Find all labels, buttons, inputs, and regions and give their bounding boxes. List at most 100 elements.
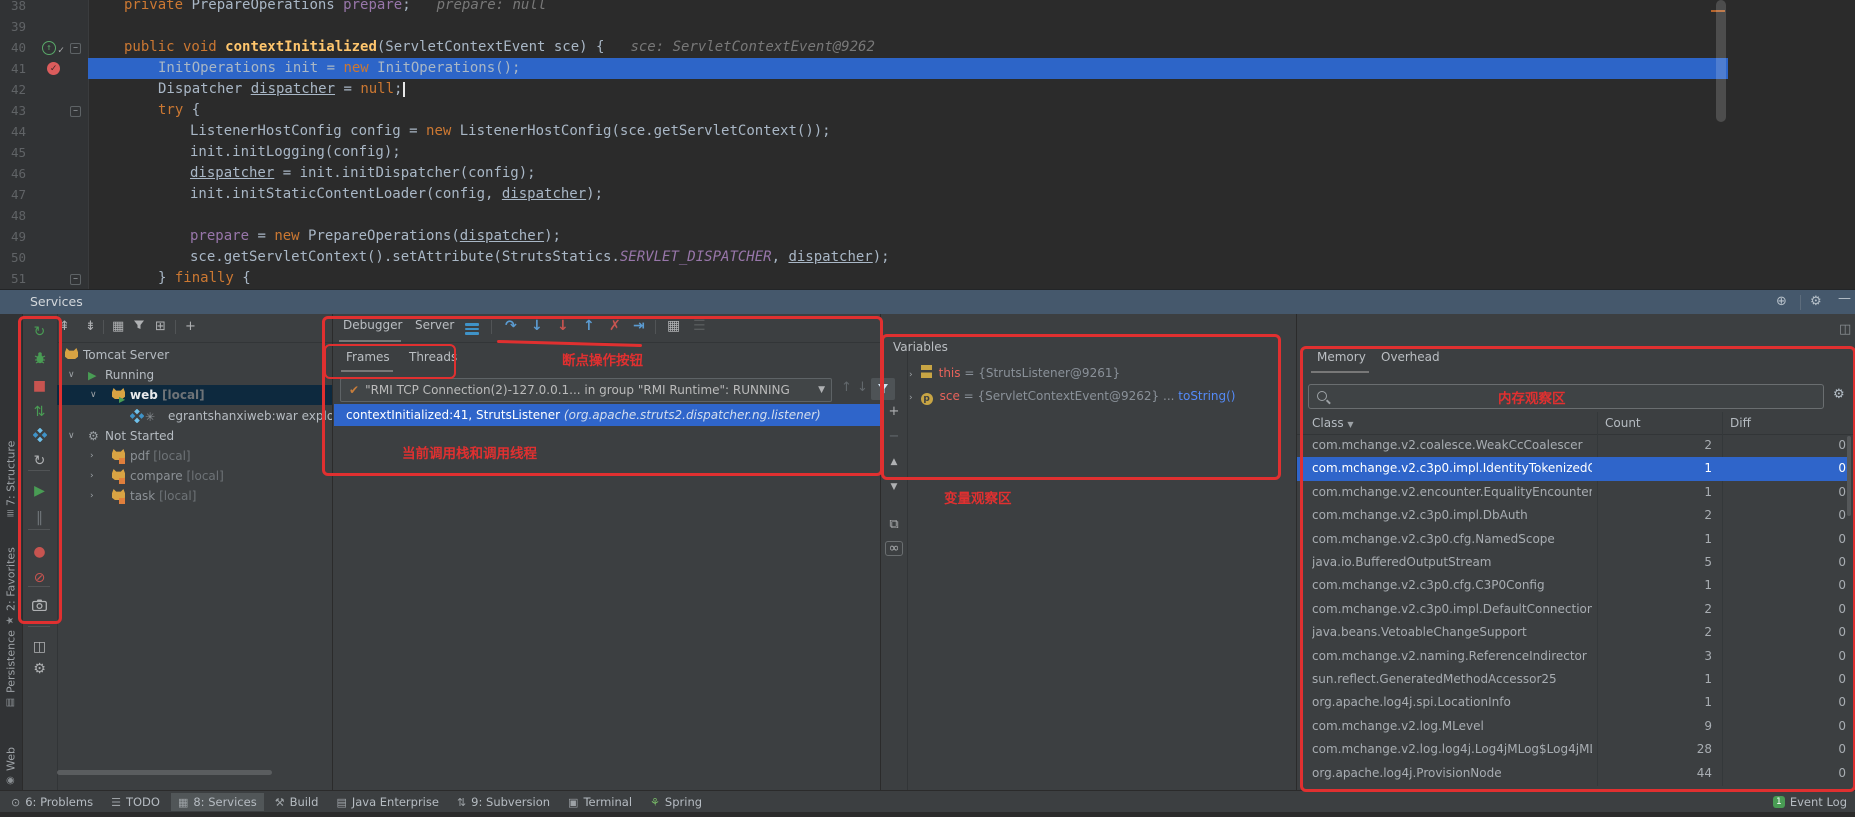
- memory-row[interactable]: org.apache.log4j.spi.LocationInfo10: [1297, 691, 1851, 714]
- memory-row[interactable]: java.io.BufferedOutputStream50: [1297, 551, 1851, 574]
- memory-row[interactable]: com.mchange.v2.naming.ReferenceIndirecto…: [1297, 645, 1851, 668]
- column-class[interactable]: Class ▼: [1312, 412, 1354, 436]
- memory-row[interactable]: com.mchange.v2.coalesce.WeakCcCoalescer2…: [1297, 434, 1851, 457]
- tab-server[interactable]: Server: [415, 318, 454, 332]
- chevron-icon[interactable]: ∨: [68, 365, 75, 385]
- status-terminal[interactable]: ▣Terminal: [561, 793, 639, 811]
- hide-icon[interactable]: —: [1838, 291, 1851, 306]
- refresh-icon[interactable]: ↻: [22, 453, 57, 469]
- add-service-icon[interactable]: ⊞: [155, 319, 166, 334]
- memory-table-header[interactable]: Class ▼ Count Diff: [1297, 412, 1855, 435]
- settings-gear-icon[interactable]: ⚙: [1810, 294, 1822, 309]
- chevron-right-icon[interactable]: ›: [909, 393, 913, 403]
- editor-scrollbar[interactable]: [1716, 0, 1726, 122]
- status-build[interactable]: ⚒Build: [268, 793, 326, 811]
- memory-row[interactable]: com.mchange.v2.encounter.EqualityEncount…: [1297, 481, 1851, 504]
- code-editor[interactable]: 38private PrepareOperations prepare;prep…: [0, 0, 1855, 289]
- pause-icon[interactable]: ‖: [22, 510, 57, 526]
- memory-row[interactable]: com.mchange.v2.c3p0.cfg.C3P0Config10: [1297, 574, 1851, 597]
- variable-row-sce[interactable]: ›psce = {ServletContextEvent@9262} ... t…: [909, 385, 1289, 407]
- tree-item-tomcat-server[interactable]: ∨Tomcat Server: [57, 345, 332, 365]
- memory-row[interactable]: org.apache.log4j.ProvisionNode440: [1297, 762, 1851, 785]
- variable-row-this[interactable]: ›this = {StrutsListener@9261}: [909, 362, 1289, 384]
- chevron-icon[interactable]: ›: [90, 486, 94, 506]
- status-services[interactable]: ▦8: Services: [171, 793, 264, 811]
- tree-item-task[interactable]: ›task [local]: [57, 486, 332, 506]
- memory-row[interactable]: sun.reflect.GeneratedMethodAccessor2510: [1297, 668, 1851, 691]
- memory-row[interactable]: com.mchange.v2.log.MLevel90: [1297, 715, 1851, 738]
- tab-frames[interactable]: Frames: [346, 350, 390, 364]
- tab-overhead[interactable]: Overhead: [1381, 350, 1440, 364]
- memory-settings-gear-icon[interactable]: ⚙: [1833, 387, 1845, 402]
- tree-item-egrantshanxiweb-war-exploded[interactable]: ✳egrantshanxiweb:war exploded: [57, 406, 332, 426]
- code-line-45[interactable]: 45init.initLogging(config);: [0, 142, 1855, 163]
- remove-watch-icon[interactable]: −: [881, 429, 907, 444]
- memory-row[interactable]: com.mchange.v2.log.log4j.Log4jMLog$Log4j…: [1297, 738, 1851, 761]
- status-problems[interactable]: ⊙6: Problems: [4, 793, 100, 811]
- code-line-41[interactable]: 41✓InitOperations init = new InitOperati…: [0, 58, 1855, 79]
- filter-icon[interactable]: [133, 319, 145, 335]
- rerun-icon[interactable]: ↻: [22, 324, 57, 340]
- chevron-icon[interactable]: ∨: [68, 426, 75, 446]
- column-count[interactable]: Count: [1605, 412, 1641, 434]
- column-diff[interactable]: Diff: [1730, 412, 1751, 434]
- fold-marker-icon[interactable]: −: [70, 106, 81, 117]
- move-up-icon[interactable]: ▲: [881, 457, 907, 467]
- memory-row[interactable]: com.mchange.v2.c3p0.cfg.NamedScope10: [1297, 528, 1851, 551]
- previous-frame-icon[interactable]: ↑: [841, 380, 852, 395]
- status-subversion[interactable]: ⇅9: Subversion: [450, 793, 557, 811]
- mute-breakpoints-icon[interactable]: ⊘: [22, 570, 57, 586]
- stack-frame-row[interactable]: contextInitialized:41, StrutsListener (o…: [334, 404, 881, 426]
- code-line-47[interactable]: 47init.initStaticContentLoader(config, d…: [0, 184, 1855, 205]
- memory-scrollbar[interactable]: [1847, 436, 1851, 516]
- hide-panel-icon[interactable]: ◫: [1839, 322, 1851, 337]
- chevron-icon[interactable]: ›: [90, 446, 94, 466]
- breakpoint-icon[interactable]: ✓: [47, 62, 60, 75]
- code-line-46[interactable]: 46dispatcher = init.initDispatcher(confi…: [0, 163, 1855, 184]
- code-line-48[interactable]: 48: [0, 205, 1855, 226]
- evaluate-infinity-icon[interactable]: ∞: [885, 541, 903, 556]
- resume-icon[interactable]: ▶: [22, 483, 57, 499]
- tab-threads[interactable]: Threads: [409, 350, 457, 364]
- layout-settings-icon[interactable]: ☰: [693, 318, 706, 334]
- thread-selector-dropdown[interactable]: ✔"RMI TCP Connection(2)-127.0.0.1... in …: [340, 378, 832, 402]
- run-to-cursor-icon[interactable]: ⇥: [633, 318, 645, 334]
- force-step-into-icon[interactable]: ↓: [557, 318, 569, 334]
- tree-item-web[interactable]: ∨▶web [local]: [57, 385, 332, 405]
- drop-frame-icon[interactable]: ✗: [609, 318, 621, 334]
- step-into-icon[interactable]: ↓: [531, 318, 543, 334]
- chevron-icon[interactable]: ∨: [90, 385, 97, 405]
- tab-debugger[interactable]: Debugger: [343, 318, 402, 332]
- step-out-icon[interactable]: ↑: [583, 318, 595, 334]
- thread-dump-camera-icon[interactable]: [22, 599, 57, 615]
- tool-button-structure[interactable]: ≣7: Structure: [0, 432, 22, 518]
- expand-all-icon[interactable]: ⇞: [59, 319, 70, 334]
- stop-icon[interactable]: ■: [22, 378, 57, 394]
- tool-button-web[interactable]: ◉Web: [0, 742, 22, 786]
- view-breakpoints-icon[interactable]: ●: [22, 544, 57, 560]
- tostring-link[interactable]: toString(): [1178, 389, 1235, 403]
- evaluate-expression-icon[interactable]: ▦: [667, 318, 680, 334]
- collapse-all-icon[interactable]: ⇟: [85, 319, 96, 334]
- code-line-39[interactable]: 39: [0, 16, 1855, 37]
- code-line-40[interactable]: 40↑✓−public void contextInitialized(Serv…: [0, 37, 1855, 58]
- code-line-43[interactable]: 43−try {: [0, 100, 1855, 121]
- tool-button-persistence[interactable]: ▤Persistence: [0, 634, 22, 708]
- copy-icon[interactable]: ⧉: [881, 517, 907, 532]
- chevron-icon[interactable]: ›: [90, 466, 94, 486]
- tree-item-not-started[interactable]: ∨⚙Not Started: [57, 426, 332, 446]
- add-icon[interactable]: +: [185, 319, 196, 334]
- tree-item-pdf[interactable]: ›pdf [local]: [57, 446, 332, 466]
- memory-row[interactable]: java.beans.VetoableChangeSupport20: [1297, 621, 1851, 644]
- code-line-42[interactable]: 42Dispatcher dispatcher = null;: [0, 79, 1855, 100]
- chevron-right-icon[interactable]: ›: [909, 370, 913, 380]
- code-line-49[interactable]: 49prepare = new PrepareOperations(dispat…: [0, 226, 1855, 247]
- tool-button-favorites[interactable]: ★2: Favorites: [0, 540, 22, 626]
- override-method-icon[interactable]: ↑: [42, 41, 56, 55]
- fold-marker-icon[interactable]: −: [70, 43, 81, 54]
- tree-item-compare[interactable]: ›compare [local]: [57, 466, 332, 486]
- code-line-51[interactable]: 51−} finally {: [0, 268, 1855, 289]
- status-spring[interactable]: ⚘Spring: [643, 793, 709, 811]
- step-over-icon[interactable]: ↷: [505, 318, 517, 334]
- status-java-enterprise[interactable]: ▤Java Enterprise: [329, 793, 446, 811]
